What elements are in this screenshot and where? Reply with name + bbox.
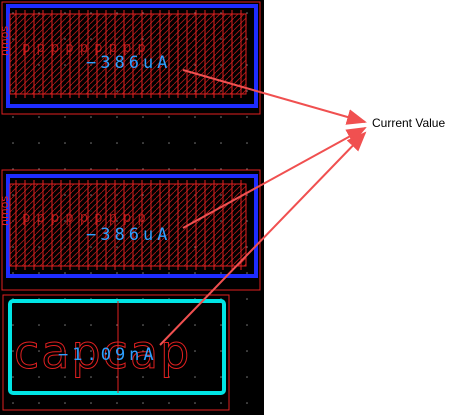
current-value-label[interactable]: −1.09nA bbox=[58, 345, 158, 365]
annotation-label: Current Value bbox=[372, 116, 446, 130]
layout-drawing[interactable]: nmos ppppppppp −386uA nmos ppppppppp −38… bbox=[0, 0, 264, 415]
current-value-label[interactable]: −386uA bbox=[86, 53, 171, 73]
device-label: ppppppppp bbox=[22, 210, 152, 226]
layout-canvas[interactable]: nmos ppppppppp −386uA nmos ppppppppp −38… bbox=[0, 0, 264, 415]
current-value-label[interactable]: −386uA bbox=[86, 225, 171, 245]
pin-label: nmos bbox=[0, 196, 11, 226]
pin-label: nmos bbox=[0, 26, 11, 56]
